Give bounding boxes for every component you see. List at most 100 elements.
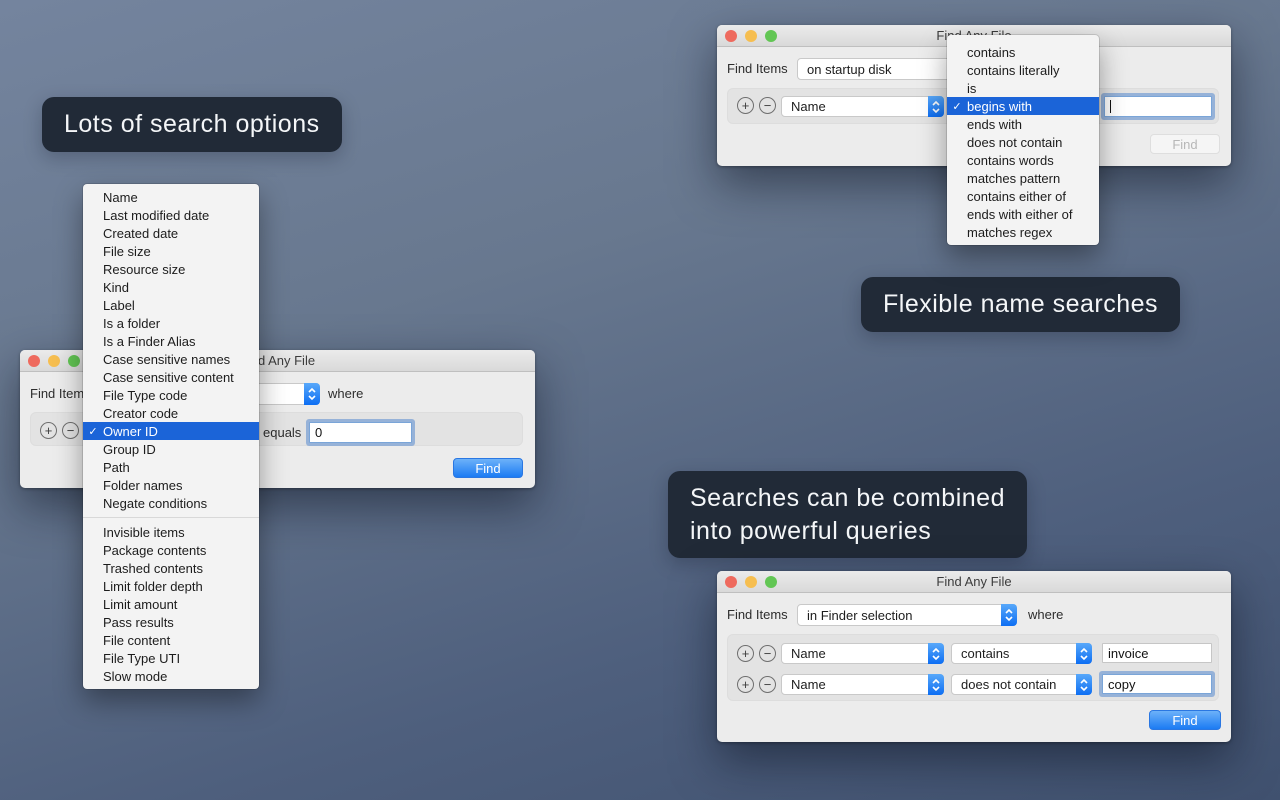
attribute-dropdown[interactable]: Name — [781, 674, 944, 695]
search-term-input[interactable]: invoice — [1102, 643, 1212, 663]
add-condition-button[interactable]: + — [737, 645, 754, 662]
find-button[interactable]: Find — [453, 458, 523, 478]
menu-item[interactable]: Is a folder — [83, 314, 259, 332]
attribute-dropdown-value: Name — [791, 644, 826, 663]
menu-item[interactable]: Kind — [83, 278, 259, 296]
menu-item-label: Is a Finder Alias — [103, 334, 196, 349]
menu-item-label: matches regex — [967, 225, 1052, 240]
menu-item[interactable]: File Type UTI — [83, 649, 259, 667]
menu-item[interactable]: Slow mode — [83, 667, 259, 685]
find-button[interactable]: Find — [1150, 134, 1220, 154]
minus-icon: − — [764, 99, 772, 112]
menu-item[interactable]: ✓ Owner ID — [83, 422, 259, 440]
menu-item-label: does not contain — [967, 135, 1062, 150]
menu-item[interactable]: Trashed contents — [83, 559, 259, 577]
minus-icon: − — [764, 647, 772, 660]
menu-item-label: Resource size — [103, 262, 185, 277]
menu-item[interactable]: Group ID — [83, 440, 259, 458]
menu-item[interactable]: Label — [83, 296, 259, 314]
menu-item[interactable]: Created date — [83, 224, 259, 242]
menu-item[interactable]: contains literally — [947, 61, 1099, 79]
condition-label: equals — [263, 425, 301, 441]
window-title: Find Any File — [717, 571, 1231, 592]
menu-item-label: Last modified date — [103, 208, 209, 223]
menu-item[interactable]: contains — [947, 43, 1099, 61]
menu-item[interactable]: Creator code — [83, 404, 259, 422]
add-condition-button[interactable]: + — [737, 676, 754, 693]
find-button[interactable]: Find — [1149, 710, 1221, 730]
owner-id-value: 0 — [315, 425, 322, 440]
menu-item[interactable]: Is a Finder Alias — [83, 332, 259, 350]
menu-item[interactable]: ✓ begins with — [947, 97, 1099, 115]
menu-item[interactable]: is — [947, 79, 1099, 97]
owner-id-input[interactable]: 0 — [309, 422, 412, 443]
menu-item-label: Case sensitive names — [103, 352, 230, 367]
search-term-input[interactable] — [1104, 96, 1212, 117]
menu-item[interactable]: Case sensitive names — [83, 350, 259, 368]
menu-item[interactable]: Path — [83, 458, 259, 476]
add-condition-button[interactable]: + — [737, 97, 754, 114]
menu-item[interactable]: ends with either of — [947, 205, 1099, 223]
menu-item[interactable]: contains either of — [947, 187, 1099, 205]
menu-item[interactable]: ends with — [947, 115, 1099, 133]
menu-item[interactable]: Negate conditions — [83, 494, 259, 512]
menu-item[interactable]: matches regex — [947, 223, 1099, 241]
menu-item-label: contains either of — [967, 189, 1066, 204]
menu-item[interactable]: matches pattern — [947, 169, 1099, 187]
menu-item-label: File content — [103, 633, 170, 648]
menu-separator — [83, 517, 259, 518]
menu-item[interactable]: does not contain — [947, 133, 1099, 151]
menu-item[interactable]: Last modified date — [83, 206, 259, 224]
menu-item[interactable]: Case sensitive content — [83, 368, 259, 386]
callout-text: Flexible name searches — [883, 290, 1158, 318]
menu-item[interactable]: File size — [83, 242, 259, 260]
find-items-label: Find Items — [727, 61, 788, 77]
chevron-updown-icon — [1076, 643, 1092, 664]
remove-condition-button[interactable]: − — [62, 422, 79, 439]
menu-item-label: Label — [103, 298, 135, 313]
attribute-dropdown[interactable]: Name — [781, 96, 944, 117]
menu-item-label: File size — [103, 244, 151, 259]
menu-item[interactable]: Name — [83, 188, 259, 206]
menu-item[interactable]: Invisible items — [83, 523, 259, 541]
find-button-label: Find — [475, 461, 500, 476]
condition-dropdown[interactable]: contains — [951, 643, 1092, 664]
menu-item[interactable]: Pass results — [83, 613, 259, 631]
where-label: where — [328, 386, 363, 402]
menu-item[interactable]: Package contents — [83, 541, 259, 559]
menu-item-list: Invisible items Package contents Trashed… — [83, 523, 259, 685]
menu-item-label: File Type code — [103, 388, 187, 403]
remove-condition-button[interactable]: − — [759, 97, 776, 114]
menu-item[interactable]: contains words — [947, 151, 1099, 169]
search-term-value: copy — [1108, 677, 1135, 692]
remove-condition-button[interactable]: − — [759, 645, 776, 662]
remove-condition-button[interactable]: − — [759, 676, 776, 693]
condition-dropdown[interactable]: does not contain — [951, 674, 1092, 695]
find-button-label: Find — [1172, 137, 1197, 152]
add-condition-button[interactable]: + — [40, 422, 57, 439]
menu-item-list: contains contains literally is ✓ begins … — [947, 43, 1099, 241]
menu-item[interactable]: File content — [83, 631, 259, 649]
menu-item-label: Slow mode — [103, 669, 167, 684]
chevron-updown-icon — [304, 383, 320, 405]
menu-item[interactable]: Limit amount — [83, 595, 259, 613]
plus-icon: + — [742, 678, 750, 691]
titlebar[interactable]: Find Any File — [717, 571, 1231, 593]
menu-item-label: matches pattern — [967, 171, 1060, 186]
menu-item-label: Negate conditions — [103, 496, 207, 511]
menu-item-label: Kind — [103, 280, 129, 295]
callout-text-line1: Searches can be combined — [690, 482, 1005, 515]
menu-item[interactable]: Resource size — [83, 260, 259, 278]
menu-item-label: Owner ID — [103, 424, 158, 439]
menu-item-label: Package contents — [103, 543, 206, 558]
minus-icon: − — [67, 424, 75, 437]
menu-item[interactable]: Folder names — [83, 476, 259, 494]
attribute-dropdown[interactable]: Name — [781, 643, 944, 664]
menu-item[interactable]: Limit folder depth — [83, 577, 259, 595]
desktop-background: Lots of search options Flexible name sea… — [0, 0, 1280, 800]
menu-item[interactable]: File Type code — [83, 386, 259, 404]
scope-dropdown[interactable]: in Finder selection — [797, 604, 1017, 626]
search-term-input[interactable]: copy — [1102, 674, 1212, 694]
menu-item-label: Group ID — [103, 442, 156, 457]
checkmark-icon: ✓ — [83, 425, 103, 438]
